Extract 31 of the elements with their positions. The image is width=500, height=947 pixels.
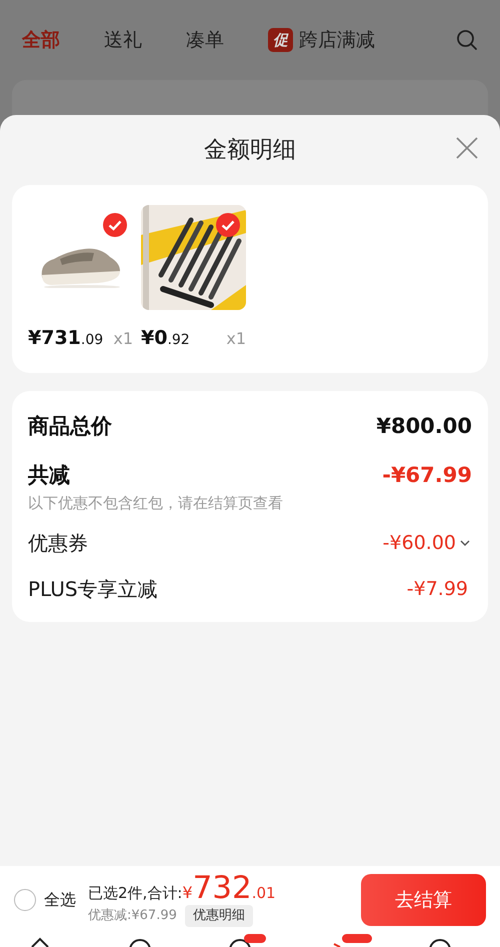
summary-label: 优惠券 xyxy=(28,530,88,557)
promo-tag: 促 xyxy=(268,28,293,52)
total-price: ¥732.01 xyxy=(182,873,276,906)
filter-tab[interactable]: 凑单 xyxy=(186,26,224,54)
close-button[interactable] xyxy=(456,137,478,159)
checkout-button[interactable]: 去结算 xyxy=(361,874,486,926)
summary-amount: ¥800.00 xyxy=(376,412,472,440)
quantity: x1 xyxy=(226,328,246,350)
summary-label: 商品总价 xyxy=(28,412,112,440)
summary-amount: -¥67.99 xyxy=(382,462,472,489)
product-price: ¥0.92 xyxy=(141,326,190,351)
check-icon[interactable] xyxy=(103,213,127,237)
product-price: ¥731.09 xyxy=(28,326,104,351)
filter-tab[interactable]: 送礼 xyxy=(104,26,142,54)
summary-label: 共减 xyxy=(28,462,70,489)
discount-detail-button[interactable]: 优惠明细 xyxy=(184,905,253,927)
summary-amount: -¥7.99 xyxy=(406,576,468,602)
select-all-label[interactable]: 全选 xyxy=(44,888,76,912)
summary-amount: -¥60.00 xyxy=(382,530,456,556)
search-icon[interactable] xyxy=(456,29,478,51)
filter-tab[interactable]: 跨店满减 xyxy=(299,26,375,54)
sheet-title: 金额明细 xyxy=(204,136,296,165)
summary-label: PLUS专享立减 xyxy=(28,576,158,603)
filter-tab[interactable]: 全部 xyxy=(22,26,60,54)
select-all-radio[interactable] xyxy=(14,889,36,911)
quantity: x1 xyxy=(113,328,133,350)
selected-summary: 已选2件,合计: xyxy=(88,883,182,904)
summary-note: 以下优惠不包含红包，请在结算页查看 xyxy=(28,492,284,514)
check-icon[interactable] xyxy=(216,213,240,237)
discount-text: 优惠减:¥67.99 xyxy=(88,907,177,926)
chevron-icon[interactable] xyxy=(460,540,472,546)
